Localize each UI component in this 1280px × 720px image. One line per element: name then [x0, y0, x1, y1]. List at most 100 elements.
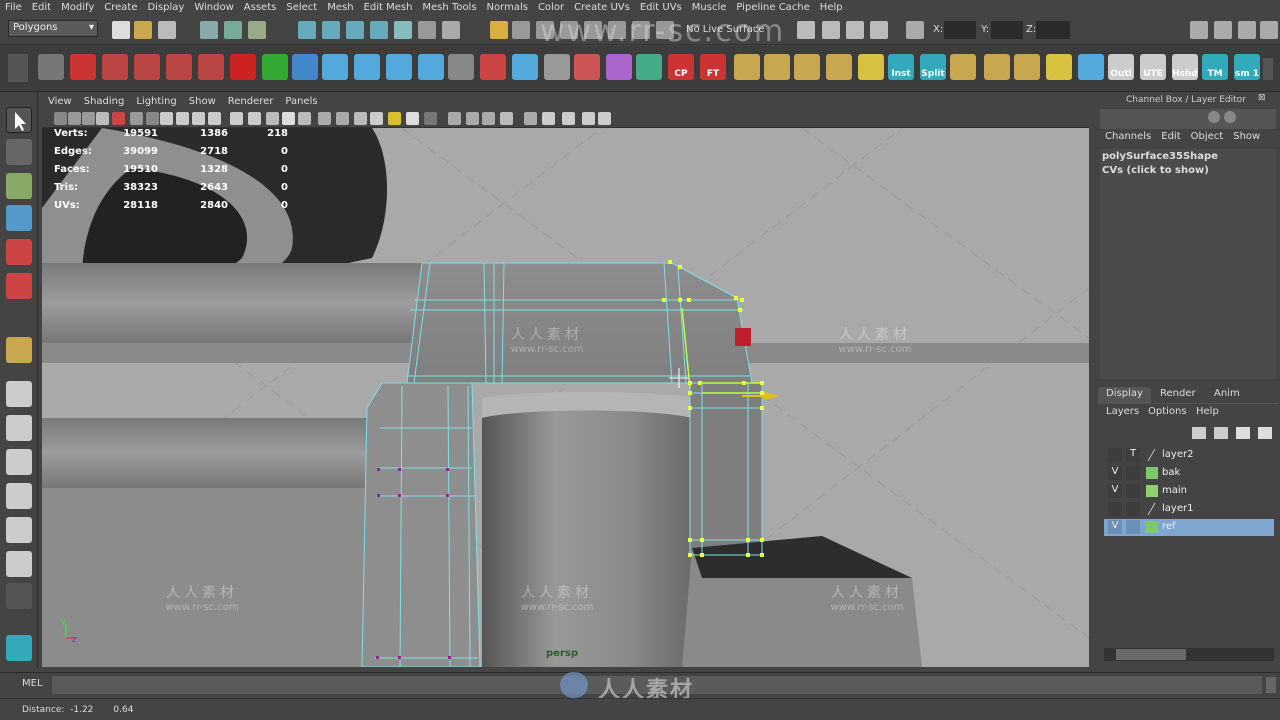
menu-create[interactable]: Create	[99, 2, 142, 13]
snap-point-icon[interactable]	[346, 21, 364, 39]
shelf-tool-icon[interactable]	[794, 54, 820, 80]
tab-display[interactable]: Display	[1098, 387, 1151, 403]
panel-tool-icon[interactable]	[500, 112, 513, 125]
panel-tool-icon[interactable]	[524, 112, 537, 125]
shelf-tool-icon[interactable]	[38, 54, 64, 80]
panel-tool-icon[interactable]	[146, 112, 159, 125]
channel-menu-object[interactable]: Object	[1186, 131, 1229, 145]
channel-menu-edit[interactable]: Edit	[1156, 131, 1185, 145]
help-icon[interactable]	[70, 54, 96, 80]
layer-type-toggle[interactable]	[1126, 466, 1140, 480]
channel-box-icon[interactable]	[1238, 21, 1256, 39]
panel-tool-icon[interactable]	[298, 112, 311, 125]
menu-create-uvs[interactable]: Create UVs	[569, 2, 635, 13]
shelf-tool-icon[interactable]	[1046, 54, 1072, 80]
shelf-tool-icon[interactable]	[102, 54, 128, 80]
layer-visibility-toggle[interactable]	[1108, 502, 1122, 516]
help-menu[interactable]: Help	[1196, 406, 1219, 417]
menu-edit-uvs[interactable]: Edit UVs	[635, 2, 687, 13]
layer-type-toggle[interactable]	[1126, 520, 1140, 534]
menu-assets[interactable]: Assets	[239, 2, 282, 13]
panel-tool-icon[interactable]	[82, 112, 95, 125]
shelf-tool-icon[interactable]	[480, 54, 506, 80]
shelf-tool-icon[interactable]	[448, 54, 474, 80]
shelf-tool-icon[interactable]	[606, 54, 632, 80]
menu-muscle[interactable]: Muscle	[687, 2, 732, 13]
panel-tool-icon[interactable]	[266, 112, 279, 125]
make-live-icon[interactable]	[394, 21, 412, 39]
attribute-editor-icon[interactable]	[1190, 21, 1208, 39]
lock-icon[interactable]	[490, 21, 508, 39]
layer-color-swatch[interactable]	[1146, 485, 1158, 497]
channel-menu-show[interactable]: Show	[1228, 131, 1265, 145]
channel-box-tab[interactable]	[1100, 109, 1276, 129]
panel-close-icon[interactable]: ⊠	[1258, 93, 1266, 103]
layer-row-layer1[interactable]: layer1	[1104, 501, 1274, 518]
shelf-tool-icon[interactable]	[858, 54, 884, 80]
x-field[interactable]	[944, 21, 976, 39]
panel-tool-icon[interactable]	[54, 112, 67, 125]
new-layer-selected-icon[interactable]	[1214, 427, 1228, 439]
select-object-icon[interactable]	[224, 21, 242, 39]
shelf-tool-icon[interactable]	[322, 54, 348, 80]
hypershade-icon[interactable]	[870, 21, 888, 39]
render-icon[interactable]	[442, 21, 460, 39]
panel-tool-icon[interactable]	[230, 112, 243, 125]
panel-tool-icon[interactable]	[466, 112, 479, 125]
y-field[interactable]	[991, 21, 1023, 39]
menu-mesh-tools[interactable]: Mesh Tools	[417, 2, 481, 13]
panel-tool-icon[interactable]	[448, 112, 461, 125]
menu-normals[interactable]: Normals	[482, 2, 533, 13]
panel-tool-icon[interactable]	[336, 112, 349, 125]
panel-tool-icon[interactable]	[96, 112, 109, 125]
ipr-icon[interactable]	[846, 21, 864, 39]
shelf-tool-icon[interactable]	[292, 54, 318, 80]
menu-mesh[interactable]: Mesh	[322, 2, 358, 13]
settings-icon[interactable]	[1224, 111, 1236, 123]
panel-tool-icon[interactable]	[130, 112, 143, 125]
search-icon[interactable]	[1208, 111, 1220, 123]
panel-tool-icon[interactable]	[582, 112, 595, 125]
shelf-tool-icon[interactable]	[734, 54, 760, 80]
tab-render[interactable]: Render	[1152, 387, 1204, 403]
shelf-tool-icon[interactable]	[262, 54, 288, 80]
shelf-tool-icon[interactable]	[1078, 54, 1104, 80]
panel-menu-view[interactable]: View	[42, 96, 78, 107]
move-tool-icon[interactable]	[6, 205, 32, 231]
layer-row-bak[interactable]: Vbak	[1104, 465, 1274, 482]
tab-anim[interactable]: Anim	[1206, 387, 1248, 403]
panel-tool-icon[interactable]	[248, 112, 261, 125]
shelf-tool-icon[interactable]	[544, 54, 570, 80]
transform-mode-icon[interactable]	[906, 21, 924, 39]
panel-tool-icon[interactable]	[282, 112, 295, 125]
panel-tool-icon[interactable]	[208, 112, 221, 125]
panel-tool-icon[interactable]	[192, 112, 205, 125]
panel-tool-icon[interactable]	[68, 112, 81, 125]
menu-help[interactable]: Help	[815, 2, 848, 13]
panel-tool-icon[interactable]	[406, 112, 419, 125]
panel-tool-icon[interactable]	[370, 112, 383, 125]
layout-graph-icon[interactable]	[6, 483, 32, 509]
shelf-tool-icon[interactable]	[198, 54, 224, 80]
menu-edit[interactable]: Edit	[27, 2, 56, 13]
last-tool-icon[interactable]	[6, 337, 32, 363]
shelf-tool-icon[interactable]	[764, 54, 790, 80]
menu-window[interactable]: Window	[189, 2, 238, 13]
layout-hypershade-icon[interactable]	[6, 517, 32, 543]
menu-file[interactable]: File	[0, 2, 27, 13]
outliner-icon[interactable]	[1260, 21, 1278, 39]
shelf-menu-icon[interactable]	[8, 54, 28, 82]
menu-set-dropdown[interactable]: Polygons ▾	[8, 20, 98, 37]
select-hierarchy-icon[interactable]	[200, 21, 218, 39]
shelf-tool-icon[interactable]	[354, 54, 380, 80]
modeling-toolkit-icon[interactable]	[6, 635, 32, 661]
open-scene-icon[interactable]	[134, 21, 152, 39]
snap-view-plane-icon[interactable]	[370, 21, 388, 39]
layer-visibility-toggle[interactable]: V	[1108, 484, 1122, 498]
shelf-tool-icon[interactable]	[386, 54, 412, 80]
panel-menu-show[interactable]: Show	[183, 96, 222, 107]
lasso-tool-icon[interactable]	[6, 139, 32, 165]
move-layer-down-icon[interactable]	[1258, 427, 1272, 439]
layer-scrollbar[interactable]	[1104, 648, 1274, 661]
shelf-tool-icon[interactable]	[418, 54, 444, 80]
